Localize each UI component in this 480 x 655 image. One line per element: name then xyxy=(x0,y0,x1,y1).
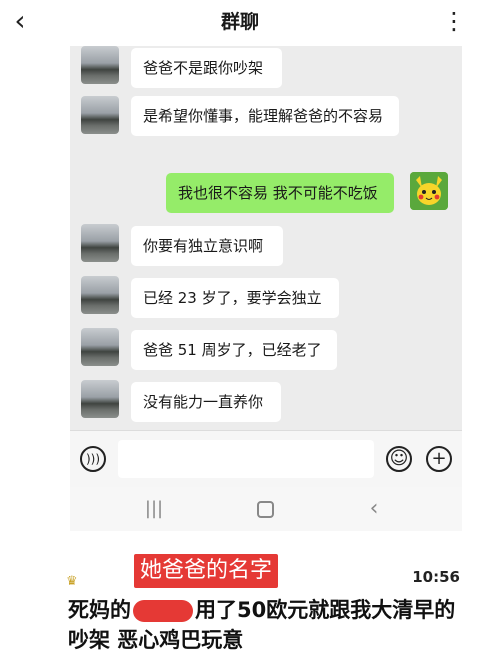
recents-icon[interactable]: ||| xyxy=(142,497,166,521)
message-row: 爸爸不是跟你吵架 xyxy=(70,46,462,90)
message-bubble[interactable]: 已经 23 岁了，要学会独立 xyxy=(131,278,339,318)
message-bubble[interactable]: 没有能力一直养你 xyxy=(131,382,281,422)
chat-area: 爸爸不是跟你吵架 是希望你懂事，能理解爸爸的不容易 我也很不容易 我不可能不吃饭… xyxy=(70,46,462,472)
message-row: 是希望你懂事，能理解爸爸的不容易 xyxy=(70,96,462,162)
avatar[interactable] xyxy=(81,276,119,314)
message-row: 已经 23 岁了，要学会独立 xyxy=(70,276,462,320)
post-time: 10:56 xyxy=(412,568,460,586)
message-row: 没有能力一直养你 xyxy=(70,380,462,424)
message-bubble[interactable]: 是希望你懂事，能理解爸爸的不容易 xyxy=(131,96,399,136)
message-row: 你要有独立意识啊 xyxy=(70,224,462,268)
input-bar: ))) ☺ + xyxy=(70,430,462,487)
message-row: 我也很不容易 我不可能不吃饭 xyxy=(70,172,462,216)
message-input[interactable] xyxy=(118,440,374,478)
chat-header: ‹ 群聊 ⋮ xyxy=(0,0,480,44)
post-section: ♛ 她爸爸的名字 10:56 死妈的 用了50欧元就跟我大清早的吵架 恶心鸡巴玩意 xyxy=(0,548,480,653)
post-text-part1: 死妈的 xyxy=(68,598,131,622)
post-text: 死妈的 用了50欧元就跟我大清早的吵架 恶心鸡巴玩意 xyxy=(68,595,468,655)
avatar[interactable] xyxy=(81,224,119,262)
avatar[interactable] xyxy=(81,328,119,366)
message-bubble[interactable]: 你要有独立意识啊 xyxy=(131,226,283,266)
redaction-mark xyxy=(133,600,193,622)
system-nav-bar: ||| ‹ xyxy=(70,487,462,531)
more-vertical-icon[interactable]: ⋮ xyxy=(438,6,470,38)
plus-icon[interactable]: + xyxy=(426,446,452,472)
back-icon[interactable]: ‹ xyxy=(362,497,386,521)
annotation-tag: 她爸爸的名字 xyxy=(134,554,279,588)
emoji-icon[interactable]: ☺ xyxy=(386,446,412,472)
page-title: 群聊 xyxy=(220,11,259,33)
crown-icon: ♛ xyxy=(66,574,78,589)
voice-icon[interactable]: ))) xyxy=(80,446,106,472)
avatar[interactable] xyxy=(81,46,119,84)
home-icon[interactable] xyxy=(253,497,277,521)
pikachu-avatar[interactable] xyxy=(410,172,448,210)
message-bubble-mine[interactable]: 我也很不容易 我不可能不吃饭 xyxy=(166,173,394,213)
message-row: 爸爸 51 周岁了，已经老了 xyxy=(70,328,462,372)
pikachu-icon xyxy=(410,172,448,210)
message-bubble[interactable]: 爸爸不是跟你吵架 xyxy=(131,48,282,88)
message-bubble[interactable]: 爸爸 51 周岁了，已经老了 xyxy=(131,330,337,370)
avatar[interactable] xyxy=(81,380,119,418)
avatar[interactable] xyxy=(81,96,119,134)
